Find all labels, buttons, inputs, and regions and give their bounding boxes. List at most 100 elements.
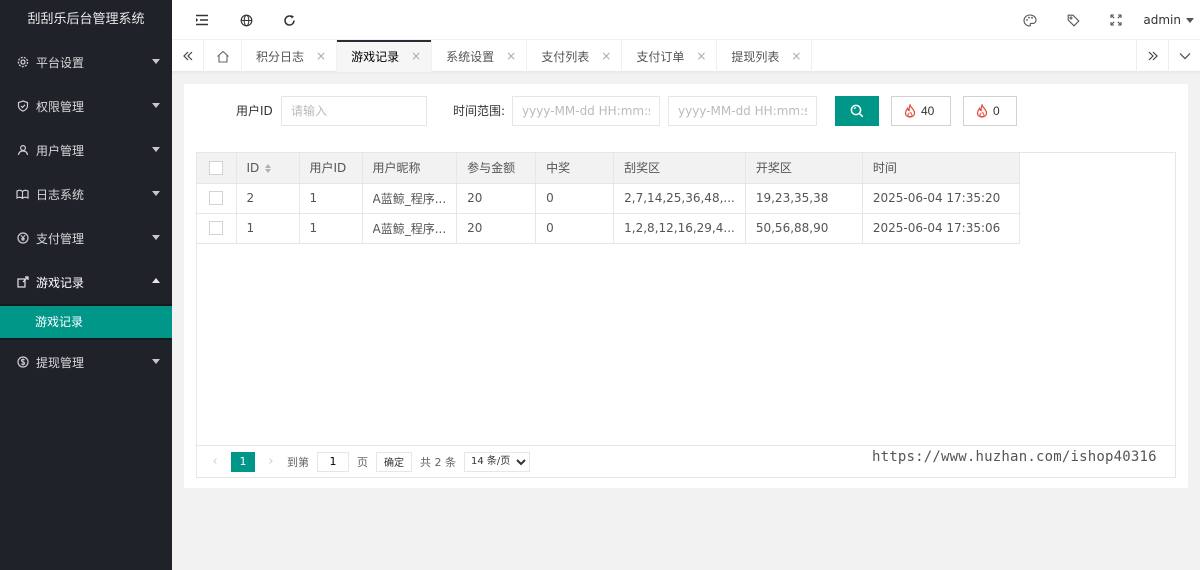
row-checkbox[interactable] [209,191,224,206]
cell-winning: 0 [535,213,615,244]
sidebar: 刮刮乐后台管理系统 平台设置 权限管理 用户管理 日志系统 支付管理 游戏记录 … [0,0,172,570]
cell-user-id: 1 [299,183,363,214]
chevron-down-icon [1179,53,1190,60]
fire-count-1: 40 [921,104,935,118]
sidebar-item-label: 提现管理 [36,355,85,370]
search-button[interactable] [835,96,879,126]
tab-scroll-right-button[interactable] [1136,40,1168,72]
fullscreen-icon [1110,14,1122,26]
sidebar-item-game-records[interactable]: 游戏记录 [0,260,172,304]
sidebar-item-users[interactable]: 用户管理 [0,128,172,172]
website-button[interactable] [228,0,264,40]
tab-home[interactable] [204,40,242,72]
submenu-game-records: 游戏记录 [0,304,172,340]
row-select-cell [197,213,237,244]
fire-button-1[interactable]: 40 [891,96,951,126]
table-header-row: ID 用户ID 用户昵称 参与金额 中奖 刮奖区 开奖区 时间 [197,153,1020,184]
data-table-container: ID 用户ID 用户昵称 参与金额 中奖 刮奖区 开奖区 时间 2 1 A蓝鲸_… [196,152,1176,478]
sort-icon[interactable] [265,163,272,173]
chevron-down-icon [152,147,160,152]
app-title: 刮刮乐后台管理系统 [0,0,172,40]
fullscreen-button[interactable] [1098,0,1134,40]
page-1-button[interactable]: 1 [231,451,255,472]
cell-id: 1 [236,213,300,244]
page-unit-label: 页 [357,455,368,469]
tab-payment-list[interactable]: 支付列表 × [527,40,623,72]
row-select-cell [197,183,237,214]
sidebar-item-withdrawals[interactable]: 提现管理 [0,340,172,384]
top-header: admin [172,0,1200,40]
tab-label: 支付列表 [541,49,590,64]
tab-label: 提现列表 [731,49,780,64]
chevron-down-icon [152,103,160,108]
cell-time: 2025-06-04 17:35:20 [862,183,1020,214]
start-time-input[interactable] [512,96,660,126]
sidebar-item-label: 日志系统 [36,187,85,202]
end-time-input[interactable] [668,96,817,126]
chevron-down-icon [152,191,160,196]
palette-icon [1023,13,1037,27]
sidebar-item-platform-settings[interactable]: 平台设置 [0,40,172,84]
menu-toggle-button[interactable] [184,0,220,40]
cell-amount: 20 [456,213,537,244]
sidebar-item-logs[interactable]: 日志系统 [0,172,172,216]
sidebar-item-label: 支付管理 [36,231,85,246]
tab-scroll-left-button[interactable] [172,40,204,72]
col-nickname: 用户昵称 [362,153,458,184]
prev-page-button[interactable]: ‹ [207,454,223,469]
double-chevron-left-icon [182,51,192,61]
row-checkbox[interactable] [209,221,224,236]
chevron-down-icon [152,235,160,240]
table-row: 1 1 A蓝鲸_程序... 20 0 1,2,8,12,16,29,4... 5… [197,213,1020,244]
sidebar-item-payments[interactable]: 支付管理 [0,216,172,260]
close-icon[interactable]: × [411,49,421,63]
sidebar-menu: 平台设置 权限管理 用户管理 日志系统 支付管理 游戏记录 游戏记录 提现管理 [0,40,172,384]
data-table: ID 用户ID 用户昵称 参与金额 中奖 刮奖区 开奖区 时间 2 1 A蓝鲸_… [197,153,1020,244]
close-icon[interactable]: × [696,49,706,63]
fire-button-2[interactable]: 0 [963,96,1017,126]
fire-icon [976,104,988,118]
tab-list: 积分日志 × 游戏记录 × 系统设置 × 支付列表 × 支付订单 × 提现列表 … [204,40,813,72]
submenu-item-game-records[interactable]: 游戏记录 [0,306,172,338]
user-menu[interactable]: admin [1143,0,1194,40]
page-size-select[interactable]: 14 条/页 [464,451,530,472]
goto-confirm-button[interactable]: 确定 [376,451,412,472]
tab-payment-orders[interactable]: 支付订单 × [622,40,718,72]
theme-button[interactable] [1012,0,1048,40]
caret-down-icon [1186,17,1194,23]
fire-icon [904,104,916,118]
username: admin [1143,13,1181,27]
tab-game-records[interactable]: 游戏记录 × [337,40,433,72]
sidebar-item-label: 游戏记录 [36,275,85,290]
refresh-icon [283,14,295,26]
col-user-id: 用户ID [299,153,363,184]
close-icon[interactable]: × [601,49,611,63]
tab-actions-button[interactable] [1168,40,1200,72]
cell-nickname: A蓝鲸_程序... [362,183,458,214]
tab-points-log[interactable]: 积分日志 × [242,40,338,72]
close-icon[interactable]: × [791,49,801,63]
cell-winning: 0 [535,183,615,214]
time-range-label: 时间范围: [453,104,506,118]
tab-label: 支付订单 [636,49,685,64]
tag-button[interactable] [1055,0,1091,40]
total-count: 共 2 条 [420,455,456,469]
tab-bar: 积分日志 × 游戏记录 × 系统设置 × 支付列表 × 支付订单 × 提现列表 … [172,40,1200,72]
refresh-button[interactable] [271,0,307,40]
col-time: 时间 [862,153,1020,184]
tab-system-settings[interactable]: 系统设置 × [432,40,528,72]
yen-icon [16,232,29,245]
tab-withdrawal-list[interactable]: 提现列表 × [717,40,813,72]
sidebar-item-label: 平台设置 [36,55,85,70]
tag-icon [1067,14,1080,27]
user-id-input[interactable] [281,96,427,126]
select-all-checkbox[interactable] [209,161,224,175]
gear-icon [16,56,29,69]
close-icon[interactable]: × [316,49,326,63]
col-id[interactable]: ID [236,153,300,184]
chevron-up-icon [152,278,160,283]
sidebar-item-permissions[interactable]: 权限管理 [0,84,172,128]
goto-page-input[interactable] [317,451,349,472]
close-icon[interactable]: × [506,49,516,63]
next-page-button[interactable]: › [263,454,279,469]
